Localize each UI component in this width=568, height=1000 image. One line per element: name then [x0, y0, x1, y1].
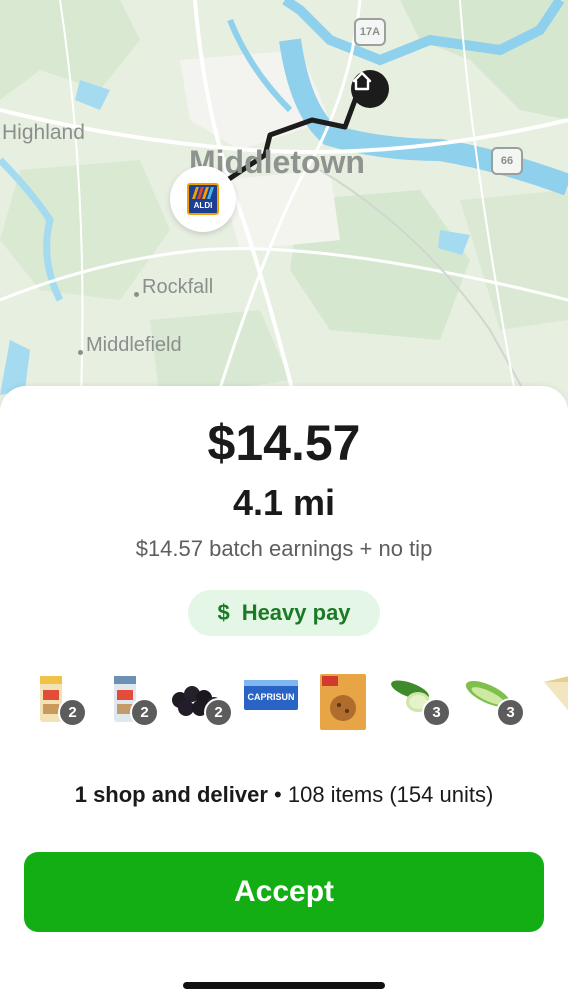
item-thumb-snack-bar[interactable]: 2: [36, 672, 94, 734]
place-label-highland: Highland: [2, 121, 85, 144]
home-indicator[interactable]: [183, 982, 385, 989]
item-thumb-cheese-wedge[interactable]: [538, 672, 568, 734]
item-thumb-blackberries[interactable]: 2: [168, 672, 233, 734]
house-glyph-icon: [352, 71, 372, 91]
offer-price: $14.57: [207, 415, 361, 471]
order-type: 1 shop and deliver: [74, 782, 268, 807]
route-shield-66: 66: [491, 147, 523, 175]
item-thumb-romaine-lettuce[interactable]: 3: [460, 672, 525, 734]
offer-distance: 4.1 mi: [232, 482, 336, 523]
capri-sun-box-image: CAPRISUN: [244, 680, 298, 710]
home-icon[interactable]: [351, 70, 389, 108]
route-shield-17a: 17A: [354, 18, 386, 46]
place-label-rockfall: Rockfall: [142, 276, 214, 298]
order-item-count: 108 items (154 units): [287, 782, 494, 807]
summary-separator: •: [274, 782, 282, 807]
place-dot-middlefield: [78, 350, 83, 355]
item-thumb-snack-bar-2[interactable]: 2: [110, 672, 168, 734]
order-summary: 1 shop and deliver • 108 items (154 unit…: [0, 782, 568, 808]
accept-button[interactable]: Accept: [24, 852, 544, 932]
capri-sun-label: CAPRISUN: [247, 692, 294, 702]
item-count-badge: 3: [496, 698, 525, 727]
item-thumb-cucumbers[interactable]: 3: [386, 672, 451, 734]
cookie-box-image: [320, 674, 366, 730]
dollar-icon: $: [217, 600, 230, 625]
item-thumb-cookie-box[interactable]: [318, 672, 376, 734]
item-count-badge: 2: [58, 698, 87, 727]
item-count-badge: 2: [130, 698, 159, 727]
earnings-note: $14.57 batch earnings + no tip: [135, 536, 433, 561]
place-dot-rockfall: [134, 292, 139, 297]
place-label-middlefield: Middlefield: [86, 334, 182, 356]
offer-sheet: $14.57 4.1 mi $14.57 batch earnings + no…: [0, 386, 568, 1000]
heavy-pay-badge: $ Heavy pay: [188, 590, 380, 636]
map-view[interactable]: Highland Middletown Rockfall Middlefield…: [0, 0, 568, 420]
item-count-badge: 3: [422, 698, 451, 727]
map-background: [0, 0, 568, 420]
item-thumb-capri-sun-box[interactable]: CAPRISUN: [242, 672, 300, 734]
aldi-logo-text: ALDI: [193, 201, 213, 210]
items-preview-row[interactable]: 2 2 2 CAPRISUN 3 3: [0, 672, 568, 742]
cheese-wedge-image: [544, 676, 568, 711]
aldi-store-icon[interactable]: ALDI: [170, 166, 236, 232]
item-count-badge: 2: [204, 698, 233, 727]
aldi-logo: ALDI: [187, 183, 219, 215]
heavy-pay-label: Heavy pay: [241, 600, 351, 625]
